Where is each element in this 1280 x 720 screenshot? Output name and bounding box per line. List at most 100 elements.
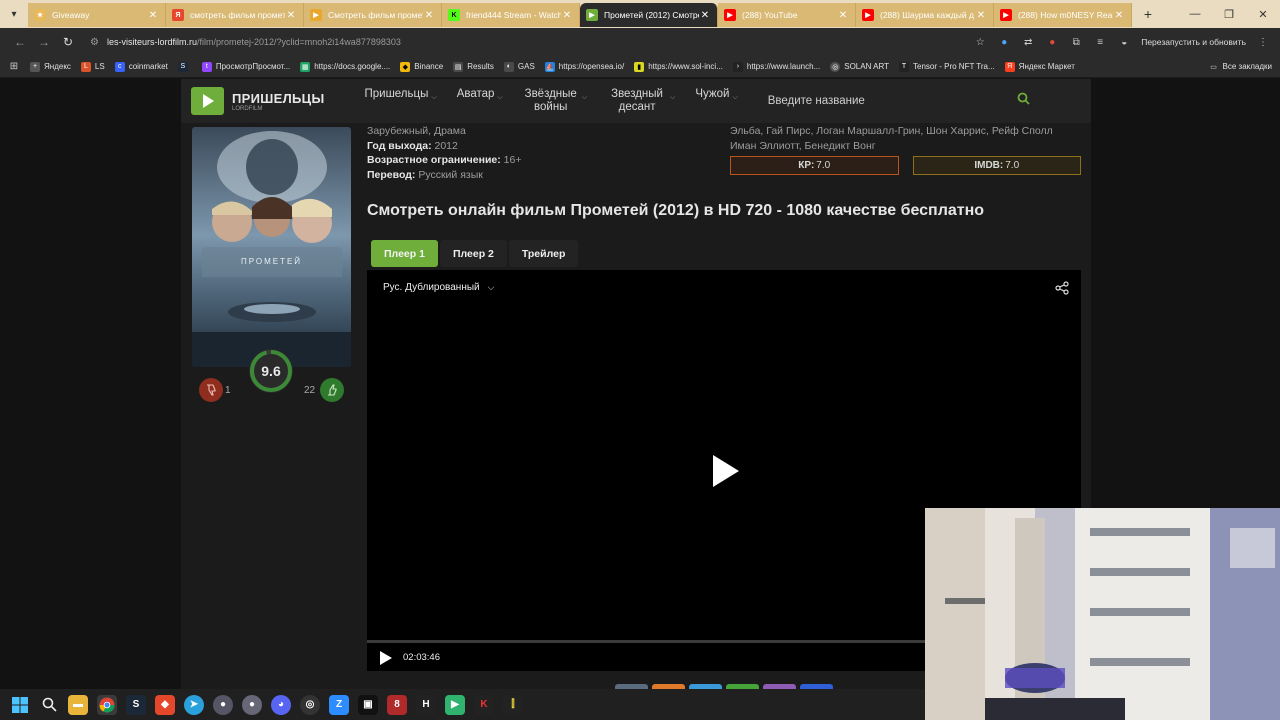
bookmark[interactable]: ◐ GAS	[503, 61, 535, 72]
app-icon[interactable]: ●	[242, 694, 262, 715]
bookmark[interactable]: c coinmarket	[114, 61, 168, 72]
relaunch-button[interactable]: Перезапустить и обновить	[1141, 37, 1246, 47]
puzzle-icon[interactable]: ⧉	[1067, 33, 1085, 51]
epic-icon[interactable]: ▣	[358, 694, 378, 715]
browser-tab[interactable]: ▶ Смотреть фильм промет ✕	[304, 3, 442, 27]
bookmark[interactable]: ▮ https://www.sol-inci...	[634, 61, 723, 72]
brave-icon[interactable]: ◆	[155, 694, 175, 715]
share-icon[interactable]	[1055, 281, 1069, 300]
close-icon[interactable]: ✕	[147, 10, 159, 21]
app-icon[interactable]: 8	[387, 694, 407, 715]
bookmark[interactable]: Я Яндекс Маркет	[1004, 61, 1075, 72]
profile-icon[interactable]: ◒	[1115, 33, 1133, 51]
close-window-icon[interactable]: ✕	[1246, 8, 1280, 21]
bookmark[interactable]: ⛵ https://opensea.io/	[544, 61, 624, 72]
nav-item-starship-troopers[interactable]: Звездный десант ⌵	[607, 88, 675, 114]
windows-start-icon[interactable]	[10, 695, 30, 715]
telegram-icon[interactable]: ➤	[184, 694, 204, 715]
bookmark[interactable]: S	[177, 61, 192, 72]
bookmark[interactable]: ▦ https://docs.google....	[300, 61, 390, 72]
dub-select[interactable]: Рус. Дублированный ⌵	[383, 282, 494, 293]
bookmark[interactable]: T Tensor - Pro NFT Tra...	[899, 61, 995, 72]
bookmark[interactable]: › https://www.launch...	[732, 61, 820, 72]
bookmark-label: LS	[94, 62, 105, 71]
chrome-icon[interactable]	[97, 694, 117, 715]
extension-icon[interactable]: ●	[1043, 33, 1061, 51]
tab-trailer[interactable]: Трейлер	[508, 240, 579, 267]
launch-icon: ›	[732, 61, 743, 72]
obs-icon[interactable]: ◎	[300, 694, 320, 715]
close-icon[interactable]: ✕	[423, 10, 435, 21]
close-icon[interactable]: ✕	[285, 10, 297, 21]
tab-search-icon[interactable]: ▾	[0, 0, 28, 28]
minimize-icon[interactable]: —	[1178, 8, 1212, 21]
browser-tab[interactable]: K friend444 Stream - Watch ✕	[442, 3, 580, 27]
back-icon[interactable]: ←	[8, 31, 32, 53]
browser-tab-active[interactable]: ▶ Прометей (2012) Смотре ✕	[580, 3, 718, 27]
site-logo[interactable]: ПРИШЕЛЬЦЫ LORDFILM	[191, 87, 324, 115]
bookmark-star-icon[interactable]: ☆	[971, 33, 989, 51]
extension-icon[interactable]: ⇄	[1019, 33, 1037, 51]
bookmark[interactable]: ◆ Binance	[400, 61, 443, 72]
search-icon[interactable]	[1017, 92, 1030, 110]
browser-tab[interactable]: ★ Giveaway ✕	[28, 3, 166, 27]
discord-icon[interactable]: ◕	[271, 694, 291, 715]
browser-tab[interactable]: Я смотреть фильм промет ✕	[166, 3, 304, 27]
bookmark[interactable]: t ПросмотрПросмот...	[201, 61, 290, 72]
close-icon[interactable]: ✕	[837, 10, 849, 21]
url-field[interactable]: ⚙ les-visiteurs-lordfilm.ru/film/promete…	[90, 31, 971, 53]
play-big-icon[interactable]	[711, 454, 741, 493]
app-icon[interactable]: K	[474, 694, 494, 715]
lordfilm-icon[interactable]: ▶	[445, 694, 465, 715]
apps-grid-icon[interactable]: ⊞	[8, 58, 20, 76]
youtube-icon: ▶	[862, 9, 874, 21]
tab-player-2[interactable]: Плеер 2	[439, 240, 507, 267]
search-icon[interactable]	[39, 695, 59, 715]
tab-player-1[interactable]: Плеер 1	[371, 240, 438, 267]
bookmark[interactable]: ▤ Results	[453, 61, 494, 72]
bookmark-label: coinmarket	[128, 62, 168, 71]
all-bookmarks[interactable]: ▭ Все закладки	[1209, 62, 1272, 72]
reload-icon[interactable]: ↻	[56, 31, 80, 53]
app-icon[interactable]: ●	[213, 694, 233, 715]
browser-tab[interactable]: ▶ (288) Шаурма каждый д ✕	[856, 3, 994, 27]
bookmark[interactable]: + Яндекс	[30, 61, 71, 72]
play-icon[interactable]	[379, 650, 393, 671]
browser-tab[interactable]: ▶ (288) YouTube ✕	[718, 3, 856, 27]
movie-poster: ПРОМЕТЕЙ	[192, 127, 351, 367]
app-icon[interactable]: ⫿	[503, 694, 523, 715]
bookmark[interactable]: L LS	[80, 61, 105, 72]
site-info-icon[interactable]: ⚙	[90, 37, 99, 48]
reading-list-icon[interactable]: ≡	[1091, 33, 1109, 51]
close-icon[interactable]: ✕	[699, 10, 711, 21]
coinmarket-icon: c	[114, 61, 125, 72]
dislike-button[interactable]	[199, 378, 223, 402]
nav-item-aliens[interactable]: Пришельцы ⌵	[364, 88, 436, 114]
close-icon[interactable]: ✕	[975, 10, 987, 21]
nav-item-alien[interactable]: Чужой ⌵	[695, 88, 737, 114]
bookmark[interactable]: ◎ SOLAN ART	[830, 61, 889, 72]
forward-icon[interactable]: →	[32, 31, 56, 53]
close-icon[interactable]: ✕	[561, 10, 573, 21]
steam-icon: S	[177, 61, 188, 72]
nav-item-star-wars[interactable]: Звёздные войны ⌵	[523, 88, 587, 114]
search-input[interactable]	[767, 95, 988, 107]
browser-tab[interactable]: ▶ (288) How m0NESY Reall ✕	[994, 3, 1132, 27]
bookmark-label: https://www.sol-inci...	[648, 62, 723, 71]
more-menu-icon[interactable]: ⋮	[1254, 33, 1272, 51]
nav-item-avatar[interactable]: Аватар ⌵	[457, 88, 503, 114]
new-tab-button[interactable]: +	[1138, 4, 1158, 24]
nav-label: Аватар	[456, 88, 495, 100]
sheets-icon: ▦	[300, 61, 311, 72]
poster-title: ПРОМЕТЕЙ	[240, 257, 303, 266]
close-icon[interactable]: ✕	[1113, 10, 1125, 21]
restore-icon[interactable]: ❐	[1212, 8, 1246, 21]
app-icon[interactable]: H	[416, 694, 436, 715]
extension-icon[interactable]: ●	[995, 33, 1013, 51]
kick-icon: K	[448, 9, 460, 21]
rating-boxes: КР: 7.0 IMDB: 7.0	[730, 156, 1081, 175]
explorer-icon[interactable]: ▬	[68, 694, 88, 715]
zoom-icon[interactable]: Z	[329, 694, 349, 715]
steam-icon[interactable]: S	[126, 694, 146, 715]
like-button[interactable]	[320, 378, 344, 402]
